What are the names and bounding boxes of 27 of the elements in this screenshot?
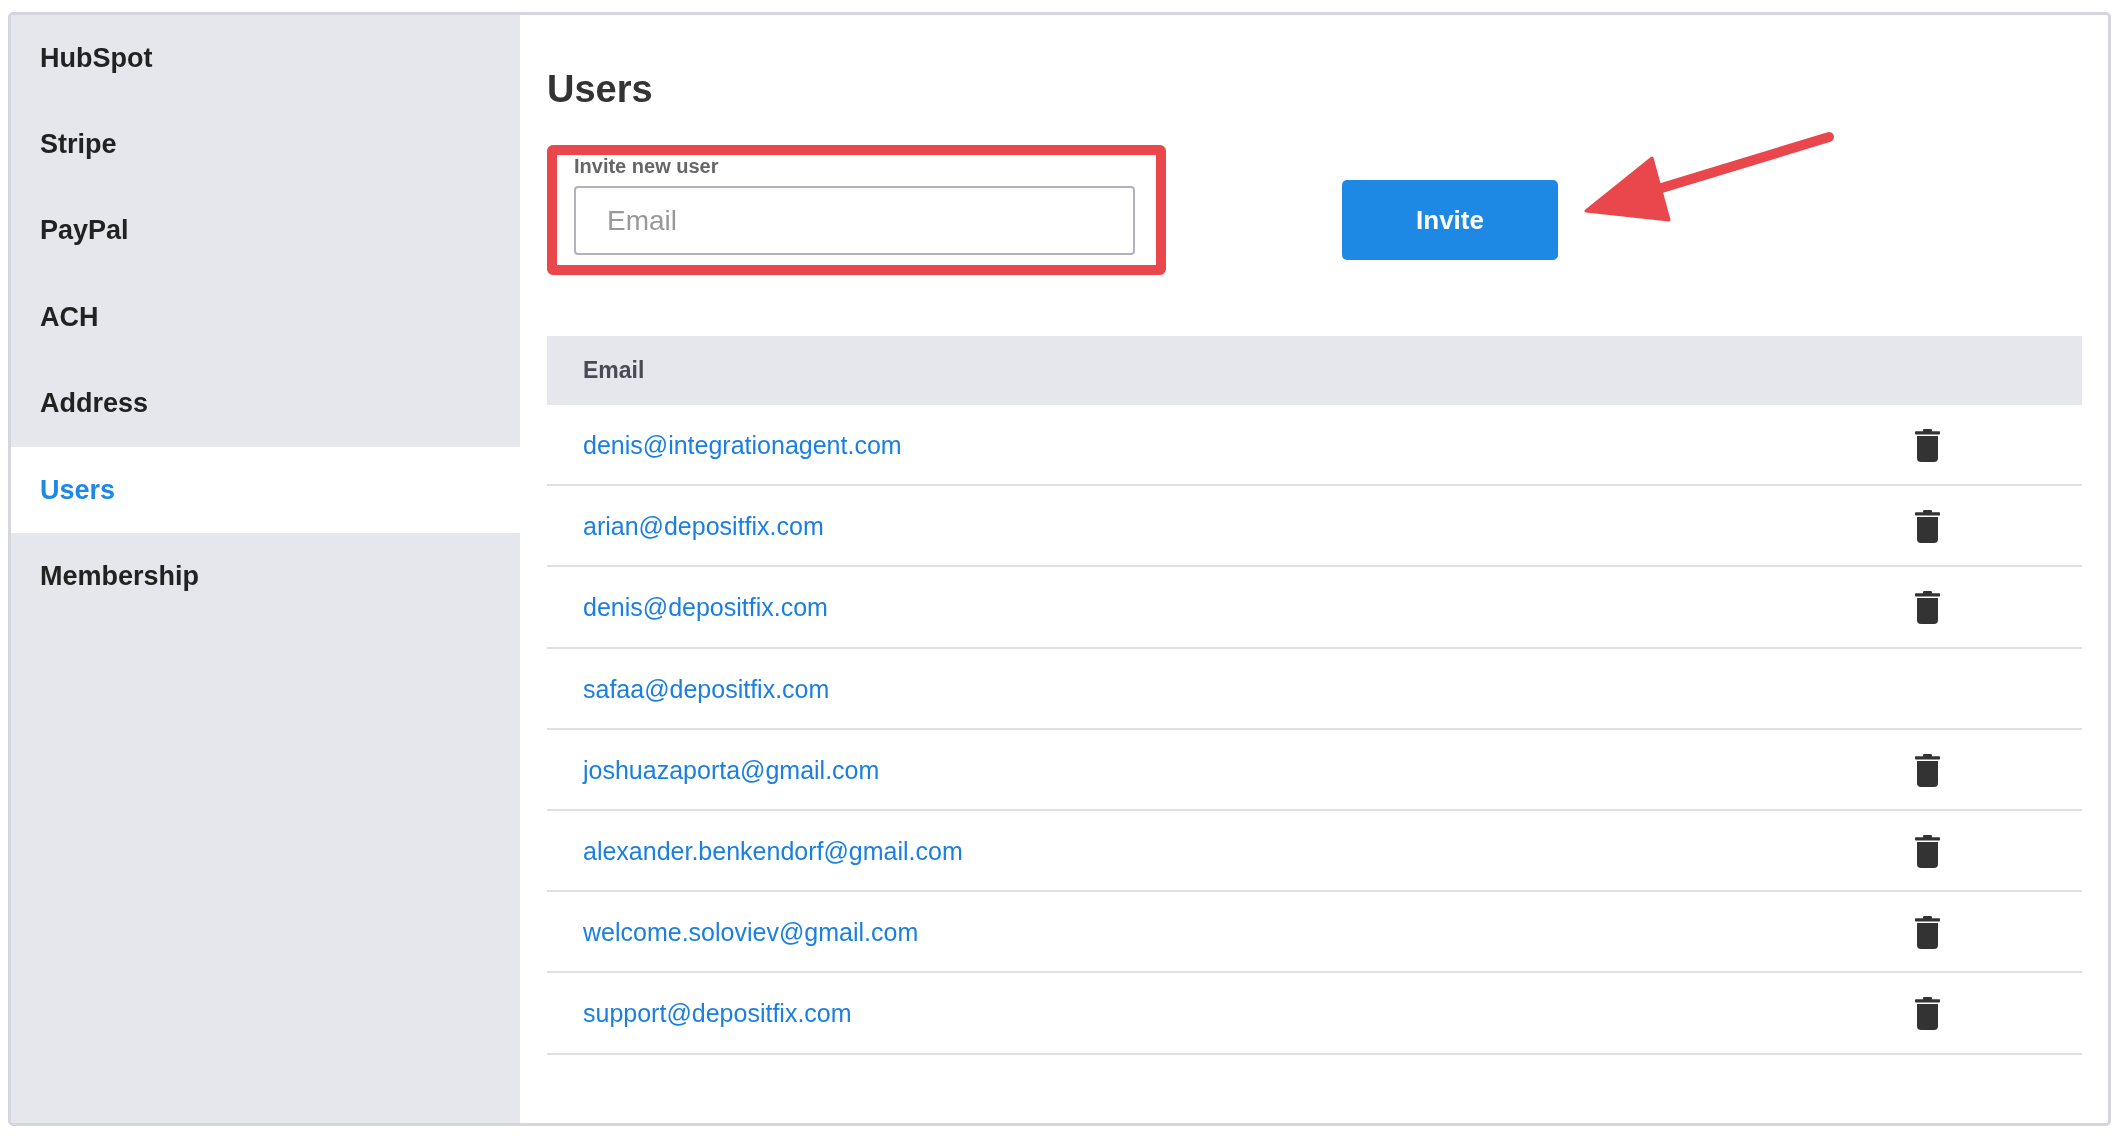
column-header: Email [583,357,645,384]
email-link[interactable]: welcome.soloviev@gmail.com [583,918,919,947]
trash-icon[interactable] [1915,835,1940,869]
email-link[interactable]: support@depositfix.com [583,999,852,1028]
email-link[interactable]: alexander.benkendorf@gmail.com [583,837,963,866]
trash-icon[interactable] [1915,591,1940,625]
sidebar-item[interactable]: Stripe [11,101,520,188]
email-field[interactable]: Email [574,186,1135,255]
sidebar-item[interactable]: Users [11,446,520,534]
trash-icon[interactable] [1915,753,1940,787]
email-link[interactable]: denis@integrationagent.com [583,431,902,460]
trash-icon[interactable] [1915,429,1940,463]
sidebar-item[interactable]: PayPal [11,187,520,275]
email-link[interactable]: safaa@depositfix.com [583,674,830,703]
sidebar-item[interactable]: Membership [11,533,520,620]
email-link[interactable]: arian@depositfix.com [583,512,824,541]
field-label: Invite new user [574,155,719,177]
invite-button[interactable]: Invite [1342,180,1558,260]
trash-icon[interactable] [1915,916,1940,950]
trash-icon[interactable] [1915,997,1940,1031]
email-link[interactable]: denis@depositfix.com [583,593,828,622]
sidebar-item[interactable]: ACH [11,274,520,361]
page-title: Users [547,67,653,112]
trash-icon[interactable] [1915,510,1940,544]
sidebar-item[interactable]: Address [11,360,520,447]
email-link[interactable]: joshuazaporta@gmail.com [583,755,880,784]
sidebar-item[interactable]: HubSpot [11,15,520,102]
